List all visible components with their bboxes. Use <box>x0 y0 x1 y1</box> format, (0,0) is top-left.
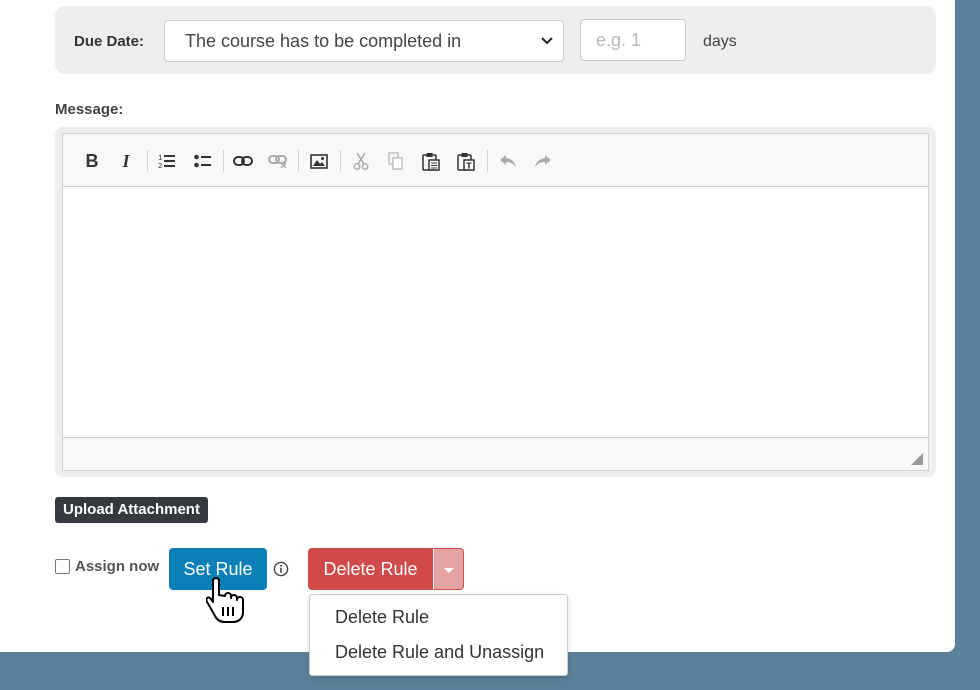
svg-text:2: 2 <box>158 162 162 169</box>
copy-button[interactable] <box>383 148 409 174</box>
upload-attachment-button[interactable]: Upload Attachment <box>55 497 208 523</box>
numbered-list-icon: 12 <box>158 154 175 169</box>
due-date-select-value: The course has to be completed in <box>185 31 462 51</box>
paste-icon <box>422 152 440 171</box>
assign-now-row: Assign now <box>55 558 159 575</box>
unlink-icon <box>268 155 287 168</box>
italic-button[interactable]: I <box>113 148 139 174</box>
bulleted-list-button[interactable] <box>190 148 216 174</box>
redo-button[interactable] <box>530 148 556 174</box>
link-icon <box>233 156 253 166</box>
due-date-select[interactable]: The course has to be completed in <box>164 20 564 62</box>
info-icon[interactable] <box>273 561 289 577</box>
numbered-list-button[interactable]: 12 <box>154 148 180 174</box>
unlink-button[interactable] <box>265 148 291 174</box>
image-button[interactable] <box>306 148 332 174</box>
editor-toolbar: B I 12 T <box>63 134 928 187</box>
undo-button[interactable] <box>495 148 521 174</box>
delete-rule-dropdown-toggle[interactable] <box>433 548 464 590</box>
resize-handle-icon[interactable] <box>911 453 923 465</box>
italic-icon: I <box>122 150 130 171</box>
bold-button[interactable]: B <box>79 148 105 174</box>
days-input[interactable]: e.g. 1 <box>580 19 686 61</box>
delete-rule-dropdown-menu: Delete Rule Delete Rule and Unassign <box>309 594 568 676</box>
hand-pointer-icon <box>206 577 244 623</box>
delete-rule-button[interactable]: Delete Rule <box>308 548 433 590</box>
svg-text:1: 1 <box>158 154 162 162</box>
cut-button[interactable] <box>348 148 374 174</box>
dropdown-item-delete-rule-unassign[interactable]: Delete Rule and Unassign <box>335 642 544 663</box>
message-editor: B I 12 T <box>62 133 929 471</box>
bold-icon: B <box>85 150 99 171</box>
copy-icon <box>388 152 403 170</box>
message-editor-wrapper: B I 12 T <box>55 127 936 477</box>
rule-form-card: Due Date: The course has to be completed… <box>0 0 955 676</box>
assign-now-checkbox[interactable] <box>55 559 70 574</box>
due-date-label: Due Date: <box>74 33 145 50</box>
svg-text:T: T <box>466 161 472 170</box>
editor-status-bar <box>63 437 928 470</box>
due-date-panel: Due Date: The course has to be completed… <box>55 6 936 74</box>
scissors-icon <box>353 152 369 170</box>
paste-button[interactable] <box>418 148 444 174</box>
days-input-placeholder: e.g. 1 <box>596 30 642 50</box>
paste-text-button[interactable]: T <box>453 148 479 174</box>
redo-icon <box>535 155 551 167</box>
dropdown-item-delete-rule[interactable]: Delete Rule <box>335 607 429 628</box>
chevron-down-icon <box>541 37 553 45</box>
message-label: Message: <box>55 101 124 118</box>
message-text-area[interactable] <box>63 187 928 437</box>
undo-icon <box>500 155 516 167</box>
image-icon <box>310 153 328 169</box>
days-unit-label: days <box>703 33 737 50</box>
link-button[interactable] <box>230 148 256 174</box>
paste-text-icon: T <box>457 152 475 171</box>
bulleted-list-icon <box>194 154 211 168</box>
caret-down-icon <box>444 568 454 573</box>
assign-now-label[interactable]: Assign now <box>75 558 159 575</box>
